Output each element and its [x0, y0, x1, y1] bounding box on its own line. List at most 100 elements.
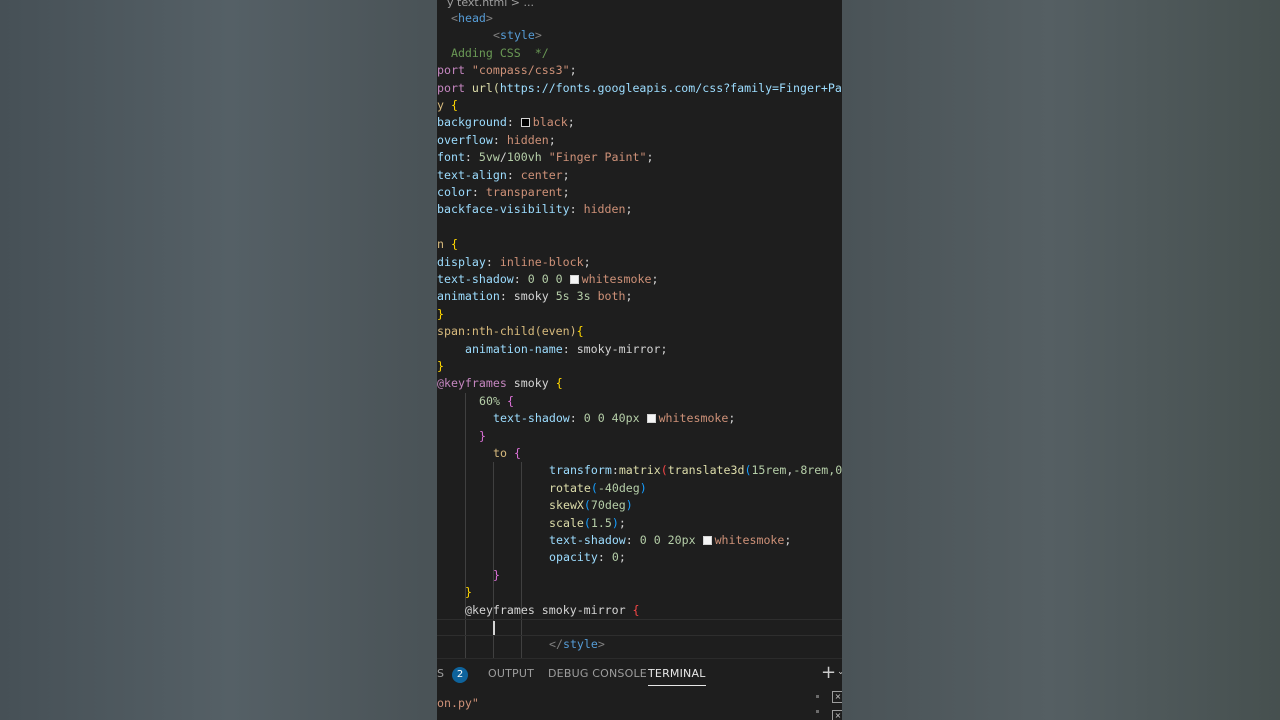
code-token: port — [437, 80, 472, 95]
code-line[interactable]: </style> — [437, 636, 605, 653]
code-line[interactable]: n { — [437, 236, 458, 253]
code-line[interactable]: text-shadow: 0 0 40px whitesmoke; — [437, 410, 735, 427]
code-token: : — [513, 272, 528, 286]
code-token: : — [611, 463, 619, 478]
code-line[interactable]: overflow: hidden; — [437, 132, 556, 149]
code-token: smoky-mirror — [534, 602, 633, 617]
tab-problems[interactable]: S — [437, 667, 444, 680]
chevron-down-icon[interactable]: ⌄ — [837, 667, 842, 677]
code-token: span:nth-child(even) — [437, 324, 577, 339]
code-line[interactable]: } — [437, 428, 486, 445]
code-line[interactable]: 60% { — [437, 393, 514, 410]
code-token: / — [499, 150, 507, 165]
code-token: text-shadow — [437, 272, 514, 286]
code-token: : — [625, 533, 640, 547]
code-token: smoky-mirror — [576, 341, 661, 356]
code-line[interactable]: animation: smoky 5s 3s both; — [437, 288, 632, 305]
color-swatch-icon[interactable] — [646, 414, 656, 424]
code-editor[interactable]: <head> <style> Adding CSS */port "compass… — [437, 10, 842, 658]
code-line[interactable]: scale(1.5); — [437, 515, 626, 532]
code-token: rotate — [549, 480, 591, 495]
code-token: </ — [549, 637, 563, 652]
code-line[interactable]: transform:matrix(translate3d(15rem,-8rem… — [437, 462, 842, 479]
code-line[interactable]: } — [437, 358, 444, 375]
code-token: ; — [569, 63, 577, 78]
code-token: "Finger Paint" — [548, 150, 647, 165]
code-token: 70deg — [590, 498, 626, 513]
code-line[interactable]: opacity: 0; — [437, 549, 626, 566]
code-token: "compass/css3" — [471, 63, 570, 78]
color-swatch-icon[interactable] — [520, 118, 530, 128]
code-token: animation — [437, 289, 500, 304]
code-token: scale — [549, 515, 584, 530]
code-token: : — [499, 289, 514, 304]
code-token: ,0 — [828, 463, 842, 478]
code-token: whitesmoke — [581, 272, 652, 286]
code-line[interactable]: port url(https://fonts.googleapis.com/cs… — [437, 80, 842, 97]
code-line[interactable]: to { — [437, 445, 521, 462]
code-line[interactable]: <style> — [437, 27, 542, 44]
code-token: 0 — [611, 550, 619, 565]
code-token: } — [437, 306, 444, 321]
code-line[interactable]: animation-name: smoky-mirror; — [437, 341, 667, 358]
code-line[interactable]: text-shadow: 0 0 0 whitesmoke; — [437, 271, 658, 288]
code-line[interactable]: Adding CSS */ — [437, 45, 549, 62]
code-line[interactable]: span:nth-child(even){ — [437, 323, 584, 340]
code-token: both — [597, 289, 626, 304]
code-line[interactable]: port "compass/css3"; — [437, 62, 577, 79]
code-token: style — [562, 637, 598, 652]
code-token: head — [457, 11, 486, 25]
code-token: 5vw — [478, 150, 500, 165]
code-token: backface-visibility — [437, 202, 570, 217]
code-token: opacity — [549, 550, 598, 565]
vscode-window: y text.html > ... <head> <style> Adding C… — [437, 0, 842, 720]
code-line[interactable]: font: 5vw/100vh "Finger Paint"; — [437, 149, 653, 166]
code-token: text-shadow — [493, 411, 570, 426]
tab-debug-console[interactable]: DEBUG CONSOLE — [548, 667, 647, 680]
code-token: } — [479, 428, 486, 443]
code-token: { — [450, 98, 458, 112]
code-token: whitesmoke — [658, 411, 729, 426]
code-token: : — [569, 411, 584, 426]
code-line[interactable]: @keyframes smoky-mirror { — [437, 602, 640, 619]
code-token: : — [464, 150, 479, 165]
code-line[interactable]: } — [437, 306, 444, 323]
code-token: ; — [548, 132, 556, 147]
code-token: @keyframes — [465, 602, 535, 617]
code-line[interactable]: backface-visibility: hidden; — [437, 201, 632, 218]
code-token: animation-name — [465, 341, 563, 356]
code-line[interactable] — [437, 619, 842, 637]
new-terminal-icon[interactable]: + — [821, 662, 836, 683]
code-token: ; — [646, 150, 654, 165]
code-token: 60% — [479, 393, 500, 408]
code-token: > — [485, 11, 493, 25]
code-line[interactable]: text-align: center; — [437, 167, 570, 184]
code-line[interactable]: color: transparent; — [437, 184, 570, 201]
code-line[interactable]: background: black; — [437, 114, 575, 131]
code-token: ( — [583, 498, 591, 513]
tab-output[interactable]: OUTPUT — [488, 667, 534, 680]
code-line[interactable]: skewX(70deg) — [437, 497, 633, 514]
code-token: : — [492, 132, 507, 147]
breadcrumb[interactable]: y text.html > ... — [437, 0, 842, 8]
code-line[interactable]: } — [437, 584, 472, 601]
code-token: < — [451, 11, 458, 25]
code-line[interactable]: y { — [437, 97, 458, 114]
code-token: : — [506, 167, 521, 182]
color-swatch-icon[interactable] — [569, 275, 579, 284]
code-line[interactable]: text-shadow: 0 0 20px whitesmoke; — [437, 532, 791, 549]
code-line[interactable]: rotate(-40deg) — [437, 480, 647, 497]
code-token: ; — [651, 272, 659, 286]
color-swatch-icon[interactable] — [702, 536, 712, 545]
terminal-session-icon[interactable]: ⨯ — [832, 691, 842, 703]
code-line[interactable]: <head> — [437, 10, 493, 27]
terminal-session-icon[interactable]: ⨯ — [832, 710, 842, 720]
code-line[interactable]: @keyframes smoky { — [437, 375, 563, 392]
code-token: font — [437, 150, 465, 165]
code-line[interactable]: display: inline-block; — [437, 254, 591, 271]
breadcrumb-text: y text.html > ... — [447, 0, 534, 8]
code-token: ; — [660, 341, 668, 356]
code-token: url( — [471, 80, 500, 95]
code-line[interactable]: } — [437, 567, 500, 584]
tab-terminal[interactable]: TERMINAL — [648, 667, 706, 686]
